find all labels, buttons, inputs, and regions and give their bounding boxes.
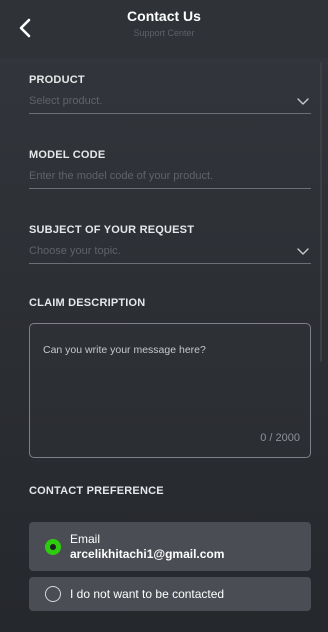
contact-option-none[interactable]: I do not want to be contacted	[29, 577, 311, 611]
product-placeholder: Select product.	[29, 95, 103, 107]
option-email-address: arcelikhitachi1@gmail.com	[70, 547, 225, 561]
radio-unselected-icon[interactable]	[45, 586, 61, 602]
subject-select[interactable]: Choose your topic.	[29, 242, 311, 264]
model-code-input[interactable]: Enter the model code of your product.	[29, 167, 311, 189]
contact-option-email[interactable]: Email arcelikhitachi1@gmail.com	[29, 522, 311, 571]
option-email-title: Email	[70, 532, 101, 546]
model-code-placeholder: Enter the model code of your product.	[29, 170, 214, 182]
subject-placeholder: Choose your topic.	[29, 245, 121, 257]
scrollbar[interactable]	[320, 62, 322, 362]
contact-preference-label: CONTACT PREFERENCE	[29, 485, 164, 497]
radio-selected-icon[interactable]	[45, 539, 61, 555]
chevron-down-icon	[297, 98, 309, 105]
product-select[interactable]: Select product.	[29, 92, 311, 114]
claim-description-label: CLAIM DESCRIPTION	[29, 297, 146, 309]
claim-description-textarea[interactable]: Can you write your message here? 0 / 200…	[29, 323, 311, 458]
option-none-title: I do not want to be contacted	[70, 587, 225, 601]
subject-label: SUBJECT OF YOUR REQUEST	[29, 224, 195, 236]
page-subtitle: Support Center	[133, 28, 195, 38]
product-label: PRODUCT	[29, 74, 85, 86]
header-bar: Contact Us Support Center	[0, 0, 328, 58]
page-title: Contact Us	[127, 8, 201, 24]
claim-placeholder: Can you write your message here?	[43, 344, 206, 356]
contact-us-screen: Contact Us Support Center PRODUCT Select…	[0, 0, 328, 632]
model-code-label: MODEL CODE	[29, 149, 106, 161]
chevron-down-icon	[297, 248, 309, 255]
character-counter: 0 / 2000	[260, 432, 300, 444]
